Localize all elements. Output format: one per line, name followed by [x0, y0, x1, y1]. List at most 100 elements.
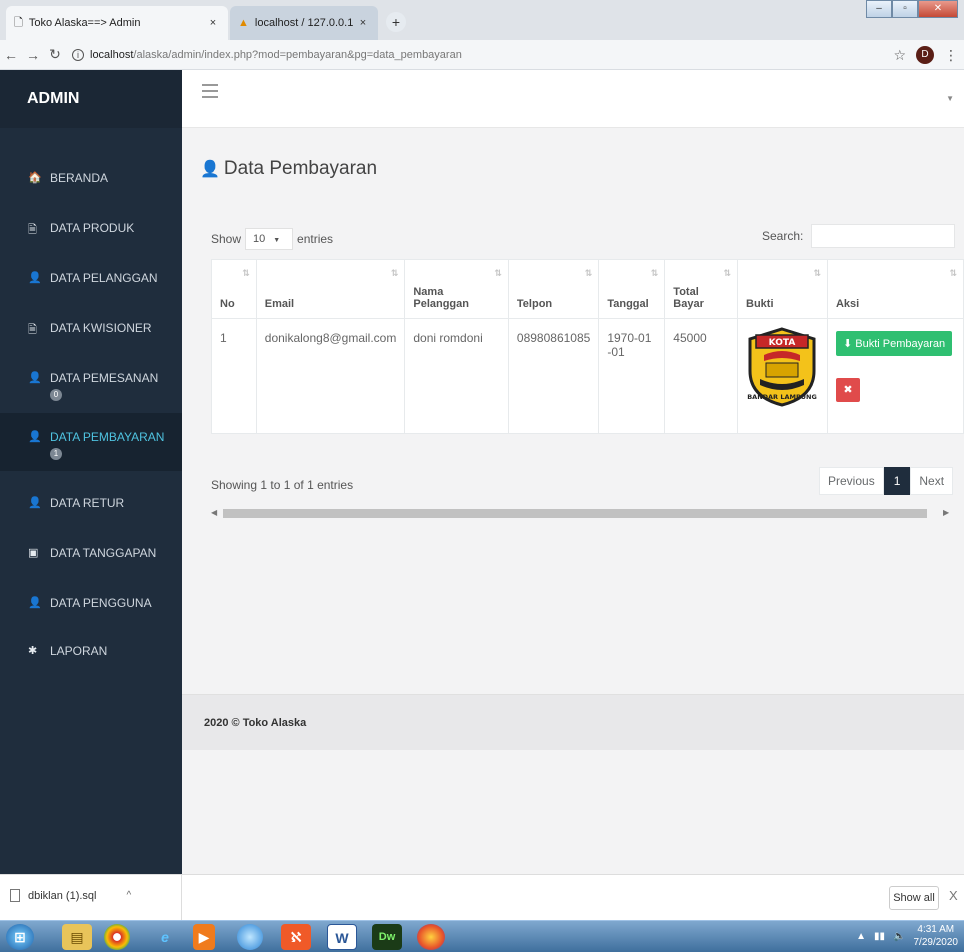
sidebar-item-data-tanggapan[interactable]: ▣ DATA TANGGAPAN — [0, 538, 182, 568]
start-button-icon[interactable]: ⊞ — [6, 924, 34, 950]
download-bar-close-icon[interactable]: X — [949, 888, 958, 903]
cell-email: donikalong8@gmail.com — [255, 318, 406, 434]
horizontal-scrollbar[interactable]: ◀ ▶ — [211, 506, 951, 520]
tray-arrow-icon[interactable]: ▲ — [856, 931, 866, 942]
forward-icon[interactable]: → — [22, 47, 44, 63]
count-badge: 1 — [50, 448, 62, 460]
browser-app-icon[interactable] — [237, 924, 263, 950]
download-filename: dbiklan (1).sql — [28, 889, 97, 902]
header-label: Bukti — [746, 298, 774, 310]
table-header-row: ⇅ No ⇅ Email ⇅ Nama Pelanggan ⇅ Telpon ⇅ Tang… — [211, 259, 964, 319]
sidebar-item-data-produk[interactable]: 🗎 DATA PRODUK — [0, 213, 182, 243]
page-1-button[interactable]: 1 — [883, 467, 911, 495]
media-player-icon[interactable]: ▶ — [193, 924, 215, 950]
column-header-aksi[interactable]: ⇅ Aksi — [826, 259, 964, 319]
footer: 2020 © Toko Alaska — [182, 694, 964, 750]
chrome-icon[interactable] — [104, 924, 130, 950]
show-entries: Show 10 ▼ entries — [211, 228, 333, 250]
bukti-pembayaran-button[interactable]: ⬇ Bukti Pembayaran — [835, 331, 953, 356]
internet-explorer-icon[interactable]: e — [150, 924, 180, 950]
column-header-no[interactable]: ⇅ No — [211, 259, 257, 319]
count-badge: 0 — [50, 389, 62, 401]
page-title: 👤 Data Pembayaran — [200, 158, 377, 180]
info-icon[interactable]: i — [72, 48, 84, 61]
profile-avatar[interactable]: D — [916, 46, 934, 64]
column-header-nama[interactable]: ⇅ Nama Pelanggan — [404, 259, 509, 319]
sidebar-item-data-pelanggan[interactable]: 👤 DATA PELANGGAN — [0, 263, 182, 293]
sidebar-item-label: DATA KWISIONER — [50, 321, 152, 335]
entries-select[interactable]: 10 ▼ — [245, 228, 294, 250]
maximize-icon[interactable]: ▫ — [892, 0, 918, 18]
tab-close-icon[interactable]: × — [206, 17, 220, 29]
cell-telpon: 08980861085 — [507, 318, 600, 434]
sort-icon: ⇅ — [494, 268, 502, 278]
chevron-up-icon[interactable]: ^ — [126, 890, 131, 901]
browser-tab-admin[interactable]: 🗋 Toko Alaska==> Admin × — [6, 6, 228, 40]
hamburger-menu-icon[interactable] — [202, 84, 218, 102]
pagination: Previous 1 Next — [819, 467, 954, 495]
sidebar-item-data-pemesanan[interactable]: 👤 DATA PEMESANAN 0 — [0, 363, 182, 413]
firefox-icon[interactable] — [417, 924, 445, 950]
user-icon: 👤 — [28, 597, 42, 609]
sidebar-item-text: DATA PEMBAYARAN 1 — [50, 430, 164, 460]
scroll-right-icon[interactable]: ▶ — [943, 506, 949, 520]
scrollbar-thumb[interactable] — [223, 509, 927, 518]
column-header-bukti[interactable]: ⇅ Bukti — [737, 259, 828, 319]
browser-tab-bar: 🗋 Toko Alaska==> Admin × ▲ localhost / 1… — [0, 0, 964, 40]
column-header-total[interactable]: ⇅ Total Bayar — [664, 259, 739, 319]
column-header-tanggal[interactable]: ⇅ Tanggal — [598, 259, 666, 319]
address-bar: ← → ↻ i localhost/alaska/admin/index.php… — [0, 40, 964, 70]
sidebar-item-laporan[interactable]: ✱ LAPORAN — [0, 636, 182, 666]
header-label: Email — [264, 298, 295, 310]
show-all-button[interactable]: Show all — [889, 886, 939, 910]
bookmark-star-icon[interactable]: ☆ — [893, 47, 906, 64]
sidebar-item-beranda[interactable]: 🏠 BERANDA — [0, 163, 182, 193]
word-icon[interactable]: W — [327, 924, 357, 950]
tab-title: localhost / 127.0.0.1 / dbalaska / — [254, 17, 356, 29]
minimize-icon[interactable]: – — [866, 0, 892, 18]
system-tray: ▲ ▮▮ 🔈 4:31 AM 7/29/2020 — [856, 923, 958, 949]
scroll-left-icon[interactable]: ◀ — [211, 506, 217, 520]
kota-bandar-lampung-logo[interactable]: KOTA BANDAR LAMPUNG — [744, 325, 820, 409]
sort-icon: ⇅ — [723, 268, 732, 278]
sidebar-item-label: DATA PRODUK — [50, 221, 135, 235]
back-icon[interactable]: ← — [0, 47, 22, 63]
table-info: Showing 1 to 1 of 1 entries — [211, 478, 354, 492]
delete-button[interactable]: ✖ — [835, 378, 860, 402]
file-explorer-icon[interactable]: ▤ — [62, 924, 92, 950]
sidebar-item-data-pengguna[interactable]: 👤 DATA PENGGUNA — [0, 588, 182, 618]
user-dropdown-caret-icon[interactable]: ▼ — [946, 94, 954, 103]
entries-label: entries — [297, 232, 334, 246]
next-page-button[interactable]: Next — [910, 467, 954, 495]
sidebar-item-label: LAPORAN — [50, 644, 108, 658]
page-icon: 🗋 — [14, 16, 23, 29]
sidebar-item-data-retur[interactable]: 👤 DATA RETUR — [0, 488, 182, 518]
column-header-telpon[interactable]: ⇅ Telpon — [507, 259, 600, 319]
dreamweaver-icon[interactable]: Dw — [372, 924, 402, 950]
cell-aksi: ⬇ Bukti Pembayaran ✖ — [826, 318, 964, 434]
sidebar-item-data-pembayaran[interactable]: 👤 DATA PEMBAYARAN 1 — [0, 413, 182, 471]
reload-icon[interactable]: ↻ — [44, 46, 66, 63]
column-header-email[interactable]: ⇅ Email — [255, 259, 406, 319]
search-input[interactable] — [811, 224, 956, 248]
url-field[interactable]: i localhost/alaska/admin/index.php?mod=p… — [72, 48, 462, 61]
new-tab-button[interactable]: + — [386, 12, 406, 32]
clock[interactable]: 4:31 AM 7/29/2020 — [914, 923, 959, 949]
header-label: Tanggal — [607, 298, 649, 310]
user-icon: 👤 — [28, 431, 42, 443]
previous-page-button[interactable]: Previous — [819, 467, 884, 495]
sidebar-item-data-kwisioner[interactable]: 🗎 DATA KWISIONER — [0, 313, 182, 343]
sidebar-item-label: DATA TANGGAPAN — [50, 546, 157, 560]
user-icon: 👤 — [28, 372, 42, 384]
main-content: 👤 Data Pembayaran Show 10 ▼ entries Searc… — [182, 128, 964, 874]
browser-tab-phpmyadmin[interactable]: ▲ localhost / 127.0.0.1 / dbalaska / × — [230, 6, 378, 40]
xampp-icon[interactable]: ℵ — [281, 924, 311, 950]
menu-kebab-icon[interactable]: ⋮ — [944, 47, 958, 64]
sidebar-brand[interactable]: ADMIN — [0, 70, 182, 128]
network-icon[interactable]: ▮▮ — [874, 931, 885, 942]
tab-close-icon[interactable]: × — [356, 17, 370, 29]
cell-tanggal: 1970-01-01 — [598, 318, 666, 434]
download-item[interactable]: dbiklan (1).sql ^ — [10, 889, 131, 902]
volume-icon[interactable]: 🔈 — [893, 931, 905, 942]
window-close-icon[interactable]: ✕ — [918, 0, 958, 18]
